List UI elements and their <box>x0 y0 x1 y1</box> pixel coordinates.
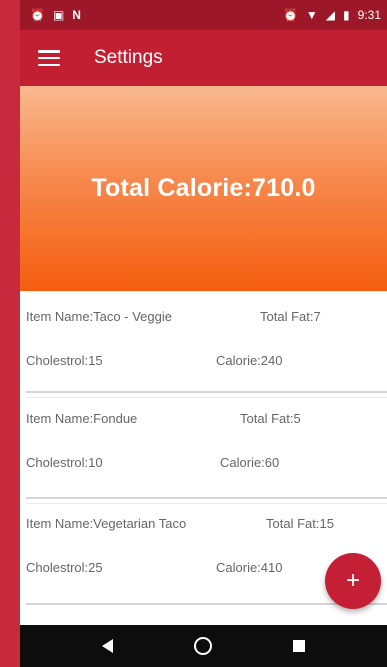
back-button[interactable] <box>88 626 128 666</box>
total-calorie-banner: Total Calorie:710.0 <box>20 86 387 291</box>
home-icon <box>194 637 213 655</box>
image-icon: ▣ <box>52 8 65 22</box>
item-calorie: Calorie:240 <box>216 353 283 368</box>
recents-icon <box>293 640 306 652</box>
list-item[interactable]: Item Name:Fondue Total Fat:5 Cholestrol:… <box>26 397 387 499</box>
add-item-button[interactable]: + <box>325 553 381 609</box>
app-screen: ⏰ ▣ N ⏰ ▼ ◢ ▮ 9:31 Settings Total Calori… <box>20 0 387 667</box>
status-right: ⏰ ▼ ◢ ▮ 9:31 <box>283 8 381 22</box>
home-button[interactable] <box>183 626 223 666</box>
item-total-fat: Total Fat:7 <box>260 309 321 324</box>
signal-icon: ◢ <box>325 8 336 22</box>
app-bar: Settings <box>20 30 387 86</box>
item-cholesterol: Cholestrol:10 <box>26 455 103 470</box>
plus-icon: + <box>345 567 360 594</box>
alarm-icon: ⏰ <box>30 8 45 22</box>
item-calorie: Calorie:60 <box>220 455 280 470</box>
system-nav-bar <box>20 625 387 667</box>
device-frame: ⏰ ▣ N ⏰ ▼ ◢ ▮ 9:31 Settings Total Calori… <box>0 0 387 667</box>
n-icon: N <box>72 8 81 22</box>
item-name: Item Name:Vegetarian Taco <box>26 516 187 531</box>
item-total-fat: Total Fat:5 <box>240 411 301 426</box>
page-title: Settings <box>94 47 163 68</box>
item-cholesterol: Cholestrol:25 <box>26 560 103 575</box>
recents-button[interactable] <box>279 626 319 666</box>
item-name: Item Name:Fondue <box>26 411 138 426</box>
battery-icon: ▮ <box>343 8 350 22</box>
status-time: 9:31 <box>357 8 381 22</box>
item-cholesterol: Cholestrol:15 <box>26 353 103 368</box>
wifi-icon: ▼ <box>305 8 318 22</box>
total-calorie-text: Total Calorie:710.0 <box>91 174 316 202</box>
back-icon <box>102 639 114 653</box>
hamburger-menu-icon[interactable] <box>38 50 60 66</box>
status-bar: ⏰ ▣ N ⏰ ▼ ◢ ▮ 9:31 <box>20 0 387 30</box>
list-item[interactable]: Item Name:Taco - Veggie Total Fat:7 Chol… <box>26 291 387 393</box>
item-name: Item Name:Taco - Veggie <box>26 309 172 324</box>
item-total-fat: Total Fat:15 <box>266 516 334 531</box>
alarm-icon: ⏰ <box>282 8 298 22</box>
status-left: ⏰ ▣ N <box>30 9 81 21</box>
item-calorie: Calorie:410 <box>216 560 283 575</box>
